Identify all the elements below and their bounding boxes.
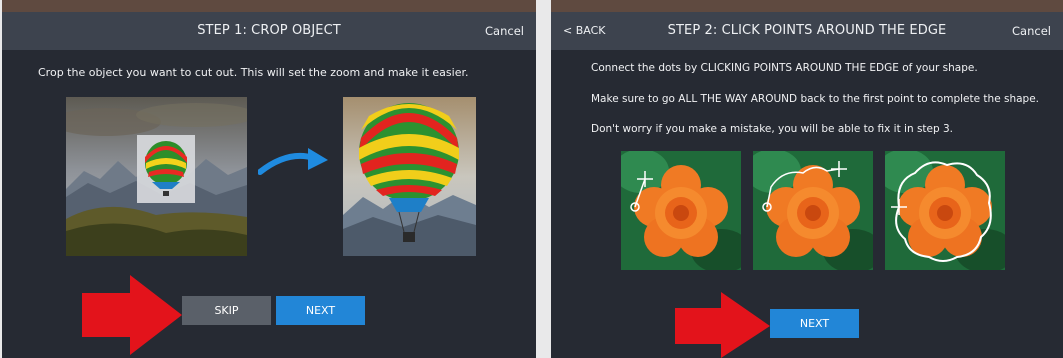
step1-title: STEP 1: CROP OBJECT bbox=[197, 23, 341, 38]
step2-panel: < BACK STEP 2: CLICK POINTS AROUND THE E… bbox=[551, 0, 1063, 358]
step2-instruction-1: Connect the dots by CLICKING POINTS AROU… bbox=[591, 62, 978, 74]
step1-panel: STEP 1: CROP OBJECT Cancel Crop the obje… bbox=[2, 0, 536, 358]
step1-instruction: Crop the object you want to cut out. Thi… bbox=[38, 66, 469, 79]
red-arrow-icon bbox=[675, 292, 771, 358]
cropped-balloon-image bbox=[343, 97, 476, 256]
skip-button[interactable]: SKIP bbox=[182, 296, 271, 325]
background-strip bbox=[551, 0, 1063, 12]
rose-image-3 bbox=[885, 151, 1005, 270]
step2-header: < BACK STEP 2: CLICK POINTS AROUND THE E… bbox=[551, 12, 1063, 50]
step2-instruction-2: Make sure to go ALL THE WAY AROUND back … bbox=[591, 93, 1040, 105]
next-button[interactable]: NEXT bbox=[770, 309, 859, 338]
step2-cancel-link[interactable]: Cancel bbox=[1012, 24, 1051, 38]
rose-image-2 bbox=[753, 151, 873, 270]
landscape-image bbox=[66, 97, 247, 256]
blue-arrow-icon bbox=[258, 146, 330, 180]
rose-image-1 bbox=[621, 151, 741, 270]
red-arrow-icon bbox=[80, 275, 184, 355]
step1-cancel-link[interactable]: Cancel bbox=[485, 24, 524, 38]
step2-instruction-3: Don't worry if you make a mistake, you w… bbox=[591, 123, 954, 135]
step1-header: STEP 1: CROP OBJECT Cancel bbox=[2, 12, 536, 50]
next-button[interactable]: NEXT bbox=[276, 296, 365, 325]
step2-title: STEP 2: CLICK POINTS AROUND THE EDGE bbox=[667, 23, 947, 38]
background-strip bbox=[2, 0, 536, 12]
